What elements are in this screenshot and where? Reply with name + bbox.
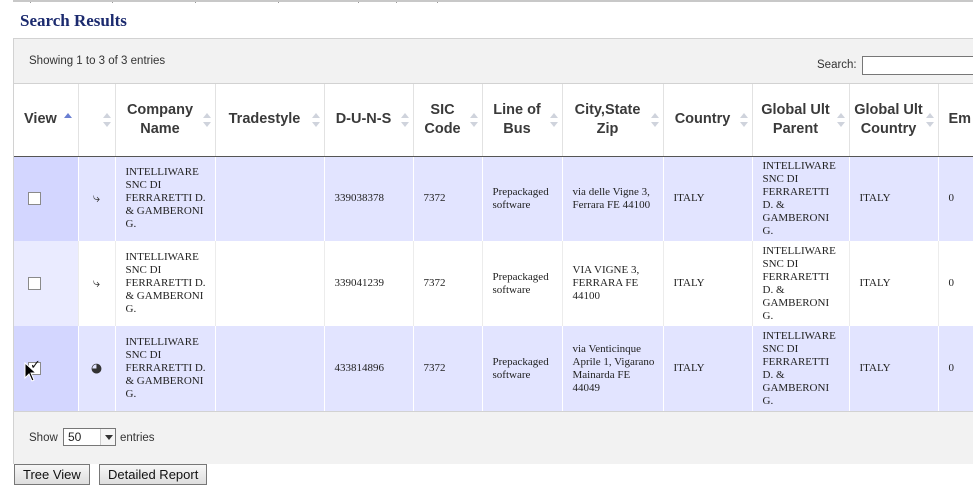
tree-view-button[interactable]: Tree View xyxy=(14,464,90,485)
sic-code-cell: 7372 xyxy=(413,326,483,411)
col-header-em[interactable]: Em xyxy=(938,84,973,157)
search-label: Search: xyxy=(817,59,857,71)
tradestyle-cell xyxy=(215,241,325,326)
link-icon[interactable]: ⤷ xyxy=(93,191,100,206)
city-state-zip-cell: via delle Vigne 3, Ferrara FE 44100 xyxy=(562,156,664,241)
col-header-line-of-bus[interactable]: Line of Bus xyxy=(482,84,563,157)
global-ult-country-cell: ITALY xyxy=(849,326,939,411)
type-cell: ⤷ xyxy=(78,241,116,326)
link-icon[interactable]: ⤷ xyxy=(93,276,100,291)
tradestyle-cell xyxy=(215,326,325,411)
sic-code-cell: 7372 xyxy=(413,241,483,326)
col-header-country[interactable]: Country xyxy=(663,84,753,157)
table-header-row: View Company Name Tradestyle D-U-N-S SIC… xyxy=(14,84,973,157)
sort-icon xyxy=(836,112,845,128)
em-cell: 0 xyxy=(938,241,973,326)
table-info: Showing 1 to 3 of 3 entries xyxy=(29,55,166,67)
table-row[interactable]: ⤷ INTELLIWARE SNC DI FERRARETTI D. & GAM… xyxy=(14,241,973,326)
global-ult-parent-cell: INTELLIWARE SNC DI FERRARETTI D. & GAMBE… xyxy=(752,156,850,241)
search-input[interactable] xyxy=(862,56,973,75)
col-header-view[interactable]: View xyxy=(14,84,79,157)
sort-icon xyxy=(739,112,748,128)
duns-cell: 433814896 xyxy=(324,326,414,411)
company-name-cell: INTELLIWARE SNC DI FERRARETTI D. & GAMBE… xyxy=(115,326,216,411)
table-bottom-toolbar: Show 50 entries xyxy=(14,411,973,464)
row-select-checkbox[interactable] xyxy=(28,276,41,290)
sic-code-cell: 7372 xyxy=(413,156,483,241)
results-table: View Company Name Tradestyle D-U-N-S SIC… xyxy=(14,84,973,411)
sort-icon xyxy=(400,112,409,128)
sort-icon xyxy=(202,112,211,128)
table-row[interactable]: ◕ INTELLIWARE SNC DI FERRARETTI D. & GAM… xyxy=(14,326,973,411)
global-ult-country-cell: ITALY xyxy=(849,241,939,326)
city-state-zip-cell: via Venticinque Aprile 1, Vigarano Maina… xyxy=(562,326,664,411)
country-cell: ITALY xyxy=(663,326,753,411)
chevron-down-icon[interactable] xyxy=(100,429,115,445)
results-table-wrapper: Showing 1 to 3 of 3 entries Search: View… xyxy=(13,38,973,464)
col-header-company-name[interactable]: Company Name xyxy=(115,84,216,157)
sort-icon xyxy=(311,112,320,128)
headquarters-icon[interactable]: ◕ xyxy=(91,361,102,376)
country-cell: ITALY xyxy=(663,241,753,326)
sort-ascending-icon xyxy=(64,112,72,128)
sort-icon xyxy=(925,112,934,128)
country-cell: ITALY xyxy=(663,156,753,241)
col-header-global-ult-country[interactable]: Global Ult Country xyxy=(849,84,939,157)
detailed-report-button[interactable]: Detailed Report xyxy=(99,464,208,485)
em-cell: 0 xyxy=(938,156,973,241)
tradestyle-cell xyxy=(215,156,325,241)
global-ult-country-cell: ITALY xyxy=(849,156,939,241)
sort-icon xyxy=(102,112,111,128)
col-header-city-state-zip[interactable]: City,State Zip xyxy=(562,84,664,157)
entries-per-page-select[interactable]: 50 xyxy=(63,428,116,446)
em-cell: 0 xyxy=(938,326,973,411)
table-top-toolbar: Showing 1 to 3 of 3 entries Search: xyxy=(14,39,973,84)
entries-per-page-value: 50 xyxy=(68,430,82,444)
line-of-bus-cell: Prepackaged software xyxy=(482,326,563,411)
city-state-zip-cell: VIA VIGNE 3, FERRARA FE 44100 xyxy=(562,241,664,326)
view-cell xyxy=(14,156,79,241)
row-select-checkbox[interactable] xyxy=(28,192,41,206)
duns-cell: 339038378 xyxy=(324,156,414,241)
col-header-global-ult-parent[interactable]: Global Ult Parent xyxy=(752,84,850,157)
global-ult-parent-cell: INTELLIWARE SNC DI FERRARETTI D. & GAMBE… xyxy=(752,241,850,326)
line-of-bus-cell: Prepackaged software xyxy=(482,241,563,326)
show-label: Show xyxy=(29,432,58,444)
col-header-sic-code[interactable]: SIC Code xyxy=(413,84,483,157)
type-cell: ⤷ xyxy=(78,156,116,241)
sort-icon xyxy=(469,112,478,128)
col-header-duns[interactable]: D-U-N-S xyxy=(324,84,414,157)
company-name-cell: INTELLIWARE SNC DI FERRARETTI D. & GAMBE… xyxy=(115,156,216,241)
entries-label: entries xyxy=(120,432,155,444)
line-of-bus-cell: Prepackaged software xyxy=(482,156,563,241)
col-header-type[interactable] xyxy=(78,84,116,157)
sort-icon xyxy=(549,112,558,128)
col-header-tradestyle[interactable]: Tradestyle xyxy=(215,84,325,157)
duns-cell: 339041239 xyxy=(324,241,414,326)
table-row[interactable]: ⤷ INTELLIWARE SNC DI FERRARETTI D. & GAM… xyxy=(14,156,973,241)
page-title: Search Results xyxy=(20,11,127,30)
global-ult-parent-cell: INTELLIWARE SNC DI FERRARETTI D. & GAMBE… xyxy=(752,326,850,411)
sort-icon xyxy=(650,112,659,128)
type-cell: ◕ xyxy=(78,326,116,411)
company-name-cell: INTELLIWARE SNC DI FERRARETTI D. & GAMBE… xyxy=(115,241,216,326)
mouse-pointer-icon xyxy=(24,362,38,382)
view-cell xyxy=(14,241,79,326)
col-header-view-label: View xyxy=(24,111,57,128)
top-divider xyxy=(13,0,973,2)
